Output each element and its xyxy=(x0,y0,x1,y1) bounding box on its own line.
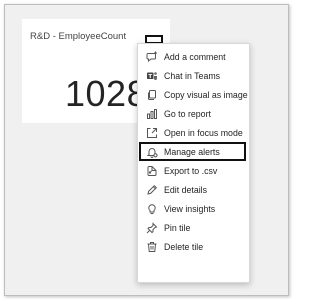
menu-item-copy-visual[interactable]: Copy visual as image xyxy=(139,85,248,104)
menu-item-label: Manage alerts xyxy=(164,146,220,157)
edit-pencil-icon xyxy=(146,184,158,196)
menu-item-edit-details[interactable]: Edit details xyxy=(139,180,246,199)
menu-item-label: Chat in Teams xyxy=(164,70,221,81)
menu-item-label: Delete tile xyxy=(164,241,204,252)
teams-icon: T xyxy=(146,70,158,82)
menu-item-pin-tile[interactable]: Pin tile xyxy=(139,218,246,237)
report-icon xyxy=(146,108,158,120)
menu-item-go-to-report[interactable]: Go to report xyxy=(139,104,246,123)
menu-item-label: Pin tile xyxy=(164,222,191,233)
menu-item-chat-in-teams[interactable]: T Chat in Teams xyxy=(139,66,246,85)
menu-item-delete-tile[interactable]: Delete tile xyxy=(139,237,246,256)
menu-item-manage-alerts[interactable]: Manage alerts xyxy=(139,142,246,161)
menu-item-label: Go to report xyxy=(164,108,211,119)
comment-add-icon xyxy=(146,51,158,63)
alert-bell-icon xyxy=(146,146,158,158)
menu-item-focus-mode[interactable]: Open in focus mode xyxy=(139,123,246,142)
menu-item-view-insights[interactable]: View insights xyxy=(139,199,246,218)
menu-item-label: View insights xyxy=(164,203,216,214)
menu-item-label: Export to .csv xyxy=(164,165,218,176)
menu-item-label: Edit details xyxy=(164,184,208,195)
tile-title: R&D - EmployeeCount xyxy=(30,31,127,42)
copy-icon xyxy=(146,89,158,101)
menu-item-export-csv[interactable]: Export to .csv xyxy=(139,161,246,180)
trash-icon xyxy=(146,241,158,253)
menu-item-add-comment[interactable]: Add a comment xyxy=(139,47,246,66)
lightbulb-icon xyxy=(146,203,158,215)
focus-mode-icon xyxy=(146,127,158,139)
tile-context-menu: Add a comment T Chat in Teams Copy visua… xyxy=(137,43,250,283)
menu-item-label: Copy visual as image xyxy=(164,89,248,100)
menu-item-label: Add a comment xyxy=(164,51,226,62)
tile-value: 1028 xyxy=(65,73,148,114)
svg-text:T: T xyxy=(148,73,152,79)
menu-item-label: Open in focus mode xyxy=(164,127,243,138)
pin-icon xyxy=(146,221,158,234)
export-icon xyxy=(146,165,158,177)
